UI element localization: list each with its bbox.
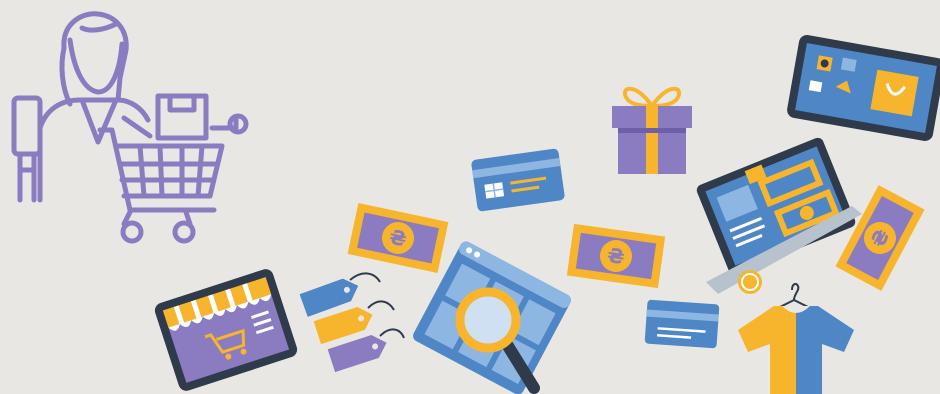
currency-symbol: ₴ — [606, 243, 626, 269]
shopping-tablet-icon — [787, 35, 940, 141]
credit-card-icon — [471, 148, 565, 212]
banknote-icon: ₴ — [566, 223, 666, 289]
coin-icon — [738, 270, 762, 294]
banknote-icon: ₴ — [835, 185, 925, 291]
credit-card-icon — [644, 299, 720, 349]
t-shirt-on-hanger-icon — [738, 282, 854, 394]
online-store-tablet-icon — [154, 269, 298, 391]
shopper-with-cart-line-icon — [11, 11, 249, 244]
gift-box-icon — [612, 86, 692, 174]
illustration-canvas: ₴ ₴ ₴ — [0, 0, 940, 394]
price-tags-icon — [299, 272, 405, 373]
banknote-icon: ₴ — [347, 203, 449, 273]
